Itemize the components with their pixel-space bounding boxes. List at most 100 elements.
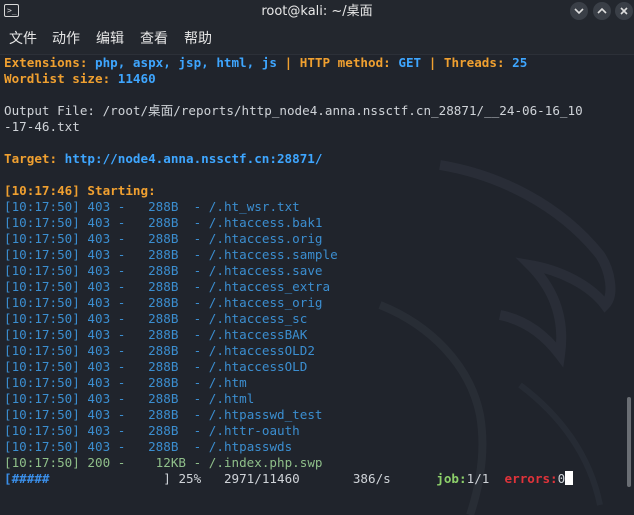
result-row: [10:17:50] 403 - 288B - /.htaccess_extra [4,279,331,294]
target-url: http://node4.anna.nssctf.cn:28871/ [64,151,323,166]
minimize-icon [574,8,584,15]
menu-help[interactable]: 帮助 [184,30,212,48]
result-time: [10:17:50] [4,231,80,246]
result-size: 288B [148,279,179,294]
result-status: 403 [87,231,111,246]
menu-action[interactable]: 动作 [52,30,80,48]
result-row: [10:17:50] 403 - 288B - /.htm [4,375,247,390]
result-size: 288B [148,391,179,406]
result-path: /.ht_wsr.txt [208,199,300,214]
result-size: 288B [148,359,179,374]
result-status: 403 [87,359,111,374]
result-status: 403 [87,407,111,422]
result-path: /.htaccess.sample [208,247,338,262]
result-time: [10:17:50] [4,439,80,454]
header-line-2: Wordlist size: 11460 [4,71,156,87]
threads-value: 25 [512,55,528,70]
result-size: 288B [148,343,179,358]
result-time: [10:17:50] [4,375,80,390]
result-path: /.htpasswds [208,439,293,454]
terminal-output[interactable]: Extensions: php, aspx, jsp, html, js | H… [0,55,624,515]
result-status: 403 [87,375,111,390]
errors-value: 0 [557,471,566,486]
menu-file[interactable]: 文件 [9,30,37,48]
result-status: 403 [87,391,111,406]
progress-bar-close: ] [163,471,171,486]
text-cursor [565,471,574,485]
result-time: [10:17:50] [4,407,80,422]
result-path: /.httr-oauth [208,423,300,438]
result-status: 403 [87,247,111,262]
result-status: 403 [87,343,111,358]
result-row: [10:17:50] 403 - 288B - /.htaccess_orig [4,295,323,310]
result-time: [10:17:50] [4,247,80,262]
wordlist-value: 11460 [117,71,156,86]
output-file-line: Output File: /root/桌面/reports/http_node4… [4,103,583,118]
target-label: Target: [4,151,58,166]
result-size: 288B [148,407,179,422]
title-bar[interactable]: >_ root@kali: ~/桌面 [0,0,634,24]
result-size: 288B [148,295,179,310]
result-status: 403 [87,423,111,438]
output-file-line-wrap: -17-46.txt [4,119,80,134]
result-path: /.htaccess_orig [208,295,323,310]
result-time: [10:17:50] [4,311,80,326]
result-size: 288B [148,215,179,230]
result-time: [10:17:50] [4,455,80,470]
result-path: /.htaccessBAK [208,327,308,342]
result-size: 288B [148,231,179,246]
menu-edit[interactable]: 编辑 [96,30,124,48]
result-size: 288B [148,199,179,214]
errors-label: errors: [504,471,558,486]
job-value: 1/1 [466,471,490,486]
result-row: [10:17:50] 403 - 288B - /.htaccess.orig [4,231,323,246]
found-result-row: [10:17:50] 200 - 12KB - /.index.php.swp [4,455,323,470]
close-icon [620,7,628,15]
result-path: /.htpasswd_test [208,407,323,422]
result-time: [10:17:50] [4,263,80,278]
progress-bar-fill: ##### [11,471,50,486]
result-time: [10:17:50] [4,215,80,230]
result-status: 200 [87,455,111,470]
extensions-value: php, aspx, jsp, html, js [95,55,277,70]
result-row: [10:17:50] 403 - 288B - /.htaccess.sampl… [4,247,338,262]
result-path: /.htaccess.bak1 [208,215,323,230]
menu-view[interactable]: 查看 [140,30,168,48]
result-row: [10:17:50] 403 - 288B - /.htpasswds [4,439,293,454]
result-row: [10:17:50] 403 - 288B - /.htaccess_sc [4,311,308,326]
result-status: 403 [87,199,111,214]
separator: | [284,55,293,70]
result-row: [10:17:50] 403 - 288B - /.htaccessOLD2 [4,343,315,358]
result-row: [10:17:50] 403 - 288B - /.htaccessBAK [4,327,308,342]
maximize-icon [597,7,607,14]
close-button[interactable] [615,2,633,20]
progress-rate: 386/s [352,471,391,486]
starting-time: [10:17:46] [4,183,80,198]
result-status: 403 [87,311,111,326]
result-path: /.html [208,391,255,406]
minimize-button[interactable] [570,2,588,20]
result-time: [10:17:50] [4,279,80,294]
http-method-value: GET [398,55,422,70]
result-path: /.index.php.swp [208,455,323,470]
progress-bar-open: [ [4,471,12,486]
result-path: /.htaccess_extra [208,279,331,294]
result-row: [10:17:50] 403 - 288B - /.htaccess.save [4,263,323,278]
result-time: [10:17:50] [4,391,80,406]
result-size: 288B [148,327,179,342]
result-row: [10:17:50] 403 - 288B - /.ht_wsr.txt [4,199,300,214]
maximize-button[interactable] [593,2,611,20]
scrollbar-thumb[interactable] [627,397,631,487]
starting-label: Starting: [87,183,156,198]
target-line: Target: http://node4.anna.nssctf.cn:2887… [4,151,322,167]
extensions-label: Extensions: [4,55,88,70]
starting-line: [10:17:46] Starting: [4,183,156,199]
result-size: 288B [148,439,179,454]
progress-percent: 25% [178,471,202,486]
result-row: [10:17:50] 403 - 288B - /.html [4,391,255,406]
result-time: [10:17:50] [4,359,80,374]
result-status: 403 [87,263,111,278]
result-row: [10:17:50] 403 - 288B - /.htaccessOLD [4,359,308,374]
result-status: 403 [87,295,111,310]
terminal-scrollbar[interactable] [624,55,634,515]
